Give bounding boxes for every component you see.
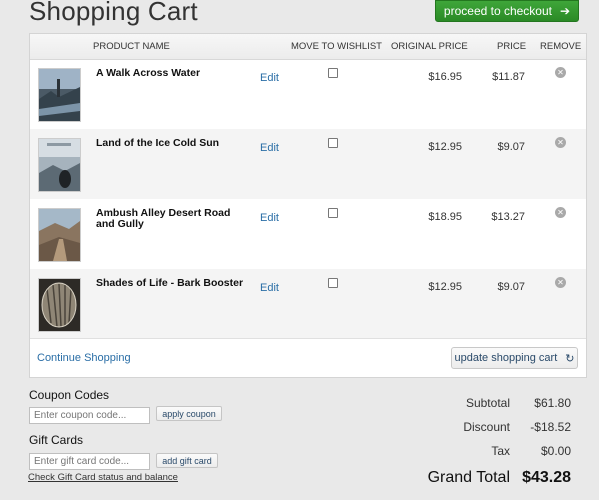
product-thumbnail[interactable] — [38, 278, 81, 332]
cart-table-header: PRODUCT NAME MOVE TO WISHLIST ORIGINAL P… — [30, 34, 586, 60]
edit-link[interactable]: Edit — [260, 212, 279, 224]
update-shopping-cart-button[interactable]: update shopping cart ↻ — [451, 347, 578, 369]
price: $9.07 — [497, 281, 525, 293]
product-name[interactable]: A Walk Across Water — [96, 68, 251, 79]
table-row: Ambush Alley Desert Road and Gully Edit … — [30, 199, 586, 269]
coupon-code-input[interactable] — [29, 407, 150, 424]
header-remove: REMOVE — [540, 41, 582, 52]
refresh-icon: ↻ — [565, 352, 575, 365]
coupon-codes-label: Coupon Codes — [29, 388, 110, 402]
product-thumbnail[interactable] — [38, 138, 81, 192]
subtotal-value: $61.80 — [534, 396, 571, 410]
header-price: PRICE — [497, 41, 527, 52]
apply-coupon-button[interactable]: apply coupon — [156, 406, 222, 421]
wishlist-checkbox[interactable] — [328, 138, 338, 148]
tax-label: Tax — [491, 444, 510, 458]
table-row: Land of the Ice Cold Sun Edit $12.95 $9.… — [30, 129, 586, 199]
price: $11.87 — [492, 71, 525, 83]
arrow-right-icon: ➔ — [560, 4, 571, 18]
add-gift-card-button[interactable]: add gift card — [156, 453, 218, 468]
remove-icon[interactable]: ✕ — [555, 67, 566, 78]
header-move-to-wishlist: MOVE TO WISHLIST — [291, 41, 382, 52]
product-thumbnail[interactable] — [38, 68, 81, 122]
edit-link[interactable]: Edit — [260, 282, 279, 294]
original-price: $16.95 — [428, 71, 462, 83]
table-row: A Walk Across Water Edit $16.95 $11.87 ✕ — [30, 59, 586, 129]
grand-total-value: $43.28 — [522, 469, 571, 486]
wishlist-checkbox[interactable] — [328, 278, 338, 288]
price: $9.07 — [497, 141, 525, 153]
original-price: $12.95 — [428, 141, 462, 153]
product-name[interactable]: Shades of Life - Bark Booster — [96, 278, 251, 289]
remove-icon[interactable]: ✕ — [555, 137, 566, 148]
original-price: $12.95 — [428, 281, 462, 293]
header-original-price: ORIGINAL PRICE — [391, 41, 468, 52]
header-product-name: PRODUCT NAME — [93, 41, 170, 52]
wishlist-checkbox[interactable] — [328, 68, 338, 78]
checkout-button-label: proceed to checkout — [443, 4, 552, 18]
price: $13.27 — [491, 211, 525, 223]
product-thumbnail[interactable] — [38, 208, 81, 262]
update-cart-label: update shopping cart — [454, 352, 558, 364]
cart-table: PRODUCT NAME MOVE TO WISHLIST ORIGINAL P… — [29, 33, 587, 378]
edit-link[interactable]: Edit — [260, 142, 279, 154]
remove-icon[interactable]: ✕ — [555, 277, 566, 288]
gift-card-code-input[interactable] — [29, 453, 150, 470]
gift-card-status-link[interactable]: Check Gift Card status and balance — [28, 472, 178, 483]
grand-total-label: Grand Total — [427, 469, 510, 486]
wishlist-checkbox[interactable] — [328, 208, 338, 218]
discount-value: -$18.52 — [530, 420, 571, 434]
continue-shopping-link[interactable]: Continue Shopping — [37, 352, 131, 364]
product-name[interactable]: Land of the Ice Cold Sun — [96, 138, 251, 149]
gift-cards-label: Gift Cards — [29, 433, 84, 447]
discount-label: Discount — [463, 420, 510, 434]
table-row: Shades of Life - Bark Booster Edit $12.9… — [30, 269, 586, 339]
original-price: $18.95 — [428, 211, 462, 223]
edit-link[interactable]: Edit — [260, 72, 279, 84]
page-title: Shopping Cart — [29, 0, 198, 26]
tax-value: $0.00 — [540, 444, 571, 458]
product-name[interactable]: Ambush Alley Desert Road and Gully — [96, 208, 251, 230]
cart-footer: Continue Shopping update shopping cart ↻ — [30, 338, 586, 379]
subtotal-label: Subtotal — [465, 396, 510, 410]
proceed-to-checkout-button[interactable]: proceed to checkout ➔ — [435, 0, 579, 22]
remove-icon[interactable]: ✕ — [555, 207, 566, 218]
